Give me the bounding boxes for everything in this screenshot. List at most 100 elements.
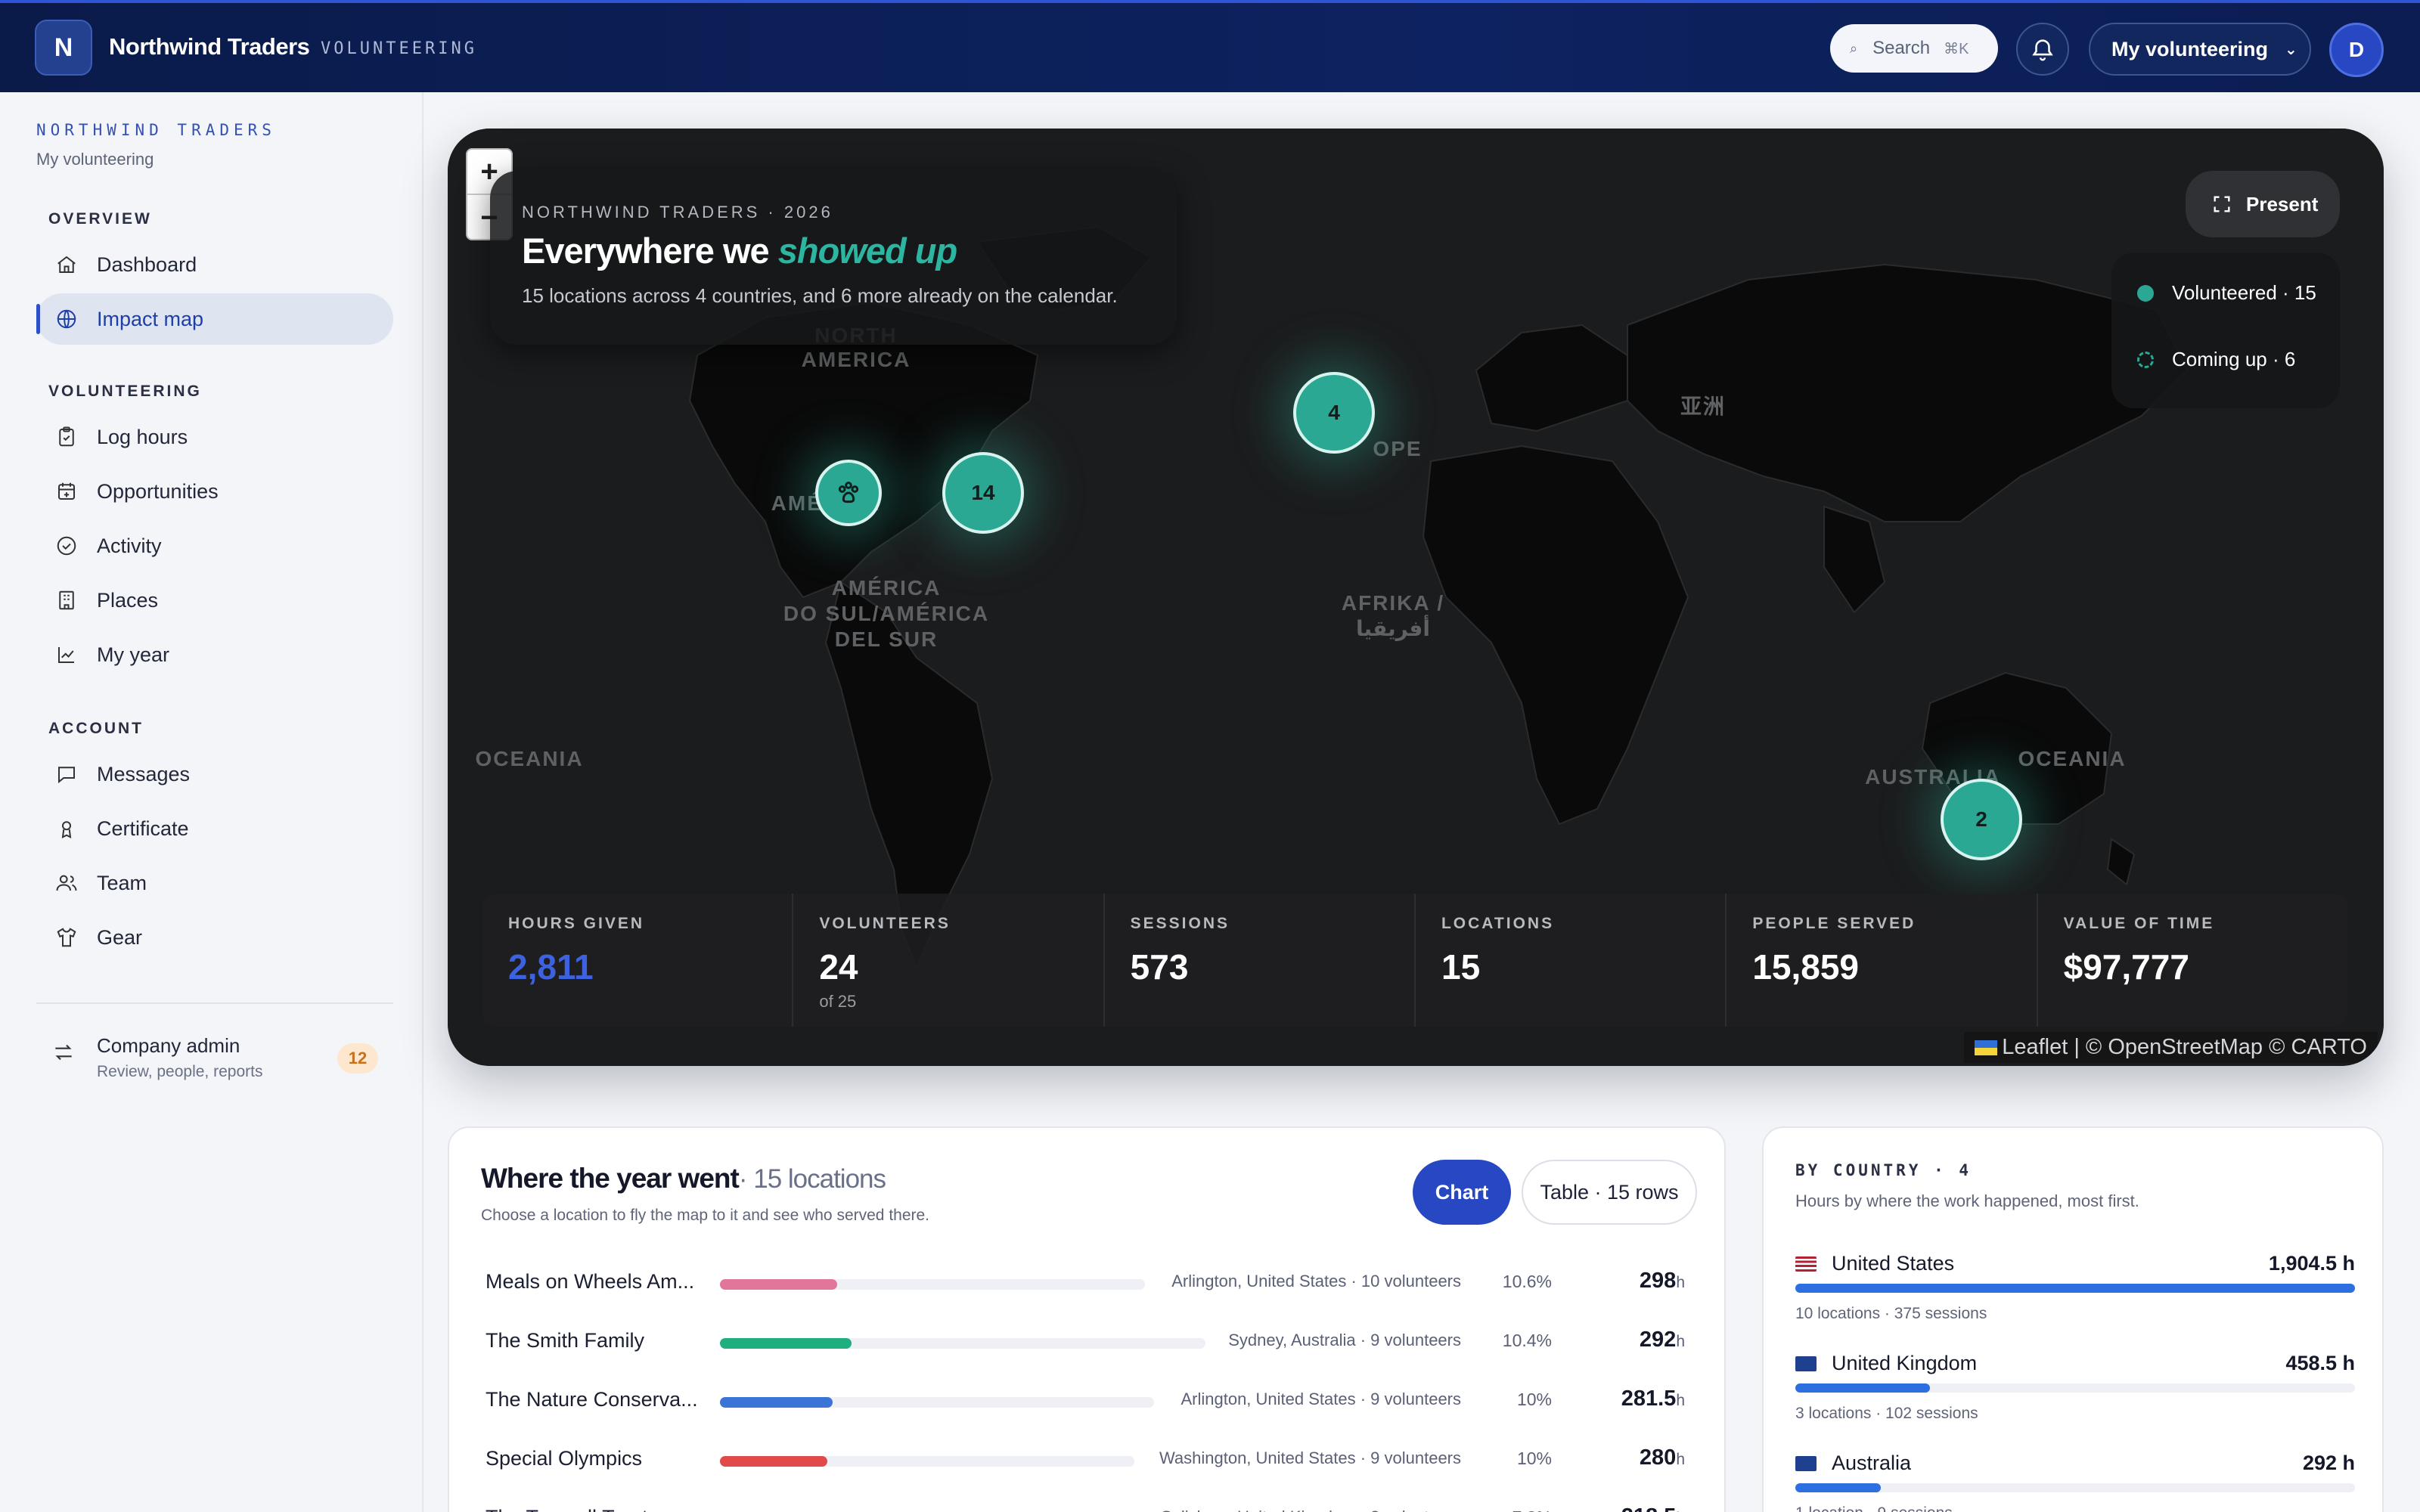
country-name: United Kingdom — [1832, 1352, 1978, 1374]
users-icon — [53, 869, 80, 897]
stat-label: SESSIONS — [1130, 915, 1230, 932]
stat-people-served: PEOPLE SERVED 15,859 — [1727, 894, 2038, 1027]
sidebar-item-team[interactable]: Team — [36, 857, 393, 909]
coming-up-ring-icon — [2137, 351, 2154, 368]
brand-subtitle: VOLUNTEERING — [321, 39, 477, 58]
stat-label: PEOPLE SERVED — [1752, 915, 1916, 932]
present-button[interactable]: Present — [2186, 171, 2340, 237]
country-name: Australia — [1832, 1452, 1912, 1474]
map-cluster-north-america[interactable]: 14 — [942, 452, 1024, 534]
stat-value: 15,859 — [1752, 947, 1860, 987]
sidebar-item-label: Gear — [97, 925, 143, 949]
sidebar-org: NORTHWIND TRADERS — [36, 121, 276, 139]
location-bar-fill — [720, 1279, 837, 1290]
stat-label: VALUE OF TIME — [2063, 915, 2215, 932]
stat-value: $97,777 — [2063, 947, 2189, 987]
map-attribution[interactable]: Leaflet | © OpenStreetMap © CARTO — [1964, 1032, 2378, 1063]
location-bar-fill — [720, 1456, 827, 1467]
location-name: The Smith Family — [486, 1329, 645, 1352]
sidebar: NORTHWIND TRADERS My volunteering OVERVI… — [0, 92, 424, 1512]
line-chart-icon — [53, 641, 80, 668]
location-row[interactable]: The Nature Conserva... Arlington, United … — [486, 1377, 1691, 1423]
present-label: Present — [2246, 192, 2319, 215]
locations-title: Where the year went· 15 locations — [481, 1163, 886, 1194]
country-bar-fill — [1795, 1483, 1881, 1492]
impact-map[interactable]: + − NORTH AMERICA AMÉRICA AMÉRICA DO SUL… — [448, 129, 2384, 1066]
my-volunteering-menu[interactable]: My volunteering ⌄ — [2089, 23, 2311, 76]
search-icon: ⌕ — [1850, 40, 1858, 56]
company-admin-link[interactable]: Company admin Review, people, reports 12 — [36, 1028, 399, 1089]
location-row[interactable]: The Smith Family Sydney, Australia · 9 vo… — [486, 1318, 1691, 1364]
map-label-south-america-2: DO SUL/AMÉRICA — [783, 602, 990, 625]
location-percent: 10% — [1516, 1390, 1552, 1409]
country-row[interactable]: United Kingdom 458.5 h 3 locations · 102 s… — [1795, 1352, 2355, 1435]
map-label-south-america-1: AMÉRICA — [831, 576, 942, 600]
location-percent: 7.8% — [1484, 1507, 1552, 1512]
country-meta: 1 location · 9 sessions — [1795, 1504, 1953, 1512]
sidebar-item-certificate[interactable]: Certificate — [36, 803, 393, 854]
map-cluster-europe[interactable]: 4 — [1293, 372, 1375, 454]
chart-view-button[interactable]: Chart — [1413, 1160, 1511, 1225]
map-cluster-australia[interactable]: 2 — [1941, 779, 2022, 860]
sidebar-item-dashboard[interactable]: Dashboard — [36, 239, 393, 290]
map-marker-paw[interactable] — [815, 460, 882, 526]
map-label-south-america-3: DEL SUR — [834, 627, 939, 651]
country-hours: 1,904.5 h — [2268, 1252, 2355, 1275]
map-label-africa-1: AFRIKA / — [1341, 591, 1445, 615]
shirt-icon — [53, 924, 80, 951]
sidebar-item-gear[interactable]: Gear — [36, 912, 393, 963]
hero-title-accent: showed up — [777, 231, 957, 271]
bell-icon — [2032, 39, 2053, 61]
legend-volunteered: Volunteered · 15 — [2137, 281, 2316, 305]
location-percent: 10% — [1516, 1448, 1552, 1468]
country-meta: 10 locations · 375 sessions — [1795, 1305, 1987, 1322]
admin-count-badge: 12 — [337, 1043, 378, 1074]
sidebar-item-activity[interactable]: Activity — [36, 520, 393, 572]
search-label: Search — [1872, 38, 1931, 58]
country-bar-track — [1795, 1483, 2355, 1492]
country-bar-track — [1795, 1383, 2355, 1393]
location-hours: 292h — [1639, 1328, 1685, 1352]
notifications-button[interactable] — [2016, 23, 2069, 76]
section-volunteering: VOLUNTEERING — [48, 383, 202, 400]
map-label-oceania-right: OCEANIA — [2018, 747, 2127, 770]
swap-arrows-icon — [51, 1040, 76, 1068]
sidebar-item-opportunities[interactable]: Opportunities — [36, 466, 393, 517]
brand-name: Northwind Traders — [109, 33, 310, 60]
locations-count: · 15 locations — [738, 1164, 886, 1194]
brand-logo[interactable]: N — [35, 20, 92, 76]
location-row[interactable]: Special Olympics Washington, United State… — [486, 1436, 1691, 1482]
stat-value: 2,811 — [508, 947, 594, 987]
location-row[interactable]: Meals on Wheels Am... Arlington, United S… — [486, 1259, 1691, 1305]
search-button[interactable]: ⌕ Search ⌘K — [1830, 24, 1998, 73]
ukraine-flag-icon — [1975, 1040, 1998, 1056]
map-label-europe: OPE — [1373, 437, 1423, 460]
fullscreen-icon — [2214, 196, 2230, 212]
country-row[interactable]: Australia 292 h 1 location · 9 sessions — [1795, 1452, 2355, 1512]
sidebar-item-impact-map[interactable]: Impact map — [36, 293, 393, 345]
sidebar-item-label: Log hours — [97, 425, 188, 448]
hero-description: 15 locations across 4 countries, and 6 m… — [522, 284, 1118, 307]
sidebar-item-places[interactable]: Places — [36, 575, 393, 626]
user-avatar[interactable]: D — [2329, 23, 2384, 77]
location-bar-track — [720, 1338, 1205, 1349]
stat-value: 15 — [1441, 947, 1481, 987]
stat-locations: LOCATIONS 15 — [1415, 894, 1727, 1027]
sidebar-item-label: Impact map — [97, 307, 204, 330]
sidebar-item-my-year[interactable]: My year — [36, 629, 393, 680]
by-country-card: BY COUNTRY · 4 Hours by where the work h… — [1762, 1126, 2384, 1512]
table-view-button[interactable]: Table · 15 rows — [1522, 1160, 1697, 1225]
location-hours: 280h — [1639, 1445, 1685, 1470]
sidebar-item-messages[interactable]: Messages — [36, 748, 393, 800]
location-row[interactable]: The Trussell Trust Salisbury, United King… — [486, 1495, 1691, 1512]
sidebar-item-log-hours[interactable]: Log hours — [36, 411, 393, 463]
country-row[interactable]: United States 1,904.5 h 10 locations · 375… — [1795, 1252, 2355, 1335]
message-icon — [53, 761, 80, 788]
country-bar-fill — [1795, 1284, 2355, 1293]
sidebar-item-label: Activity — [97, 534, 162, 557]
country-bar-fill — [1795, 1383, 1930, 1393]
legend-coming-up: Coming up · 6 — [2137, 348, 2295, 371]
sidebar-item-label: Certificate — [97, 816, 189, 840]
sidebar-item-label: Messages — [97, 762, 191, 785]
stat-sub: of 25 — [819, 992, 857, 1011]
